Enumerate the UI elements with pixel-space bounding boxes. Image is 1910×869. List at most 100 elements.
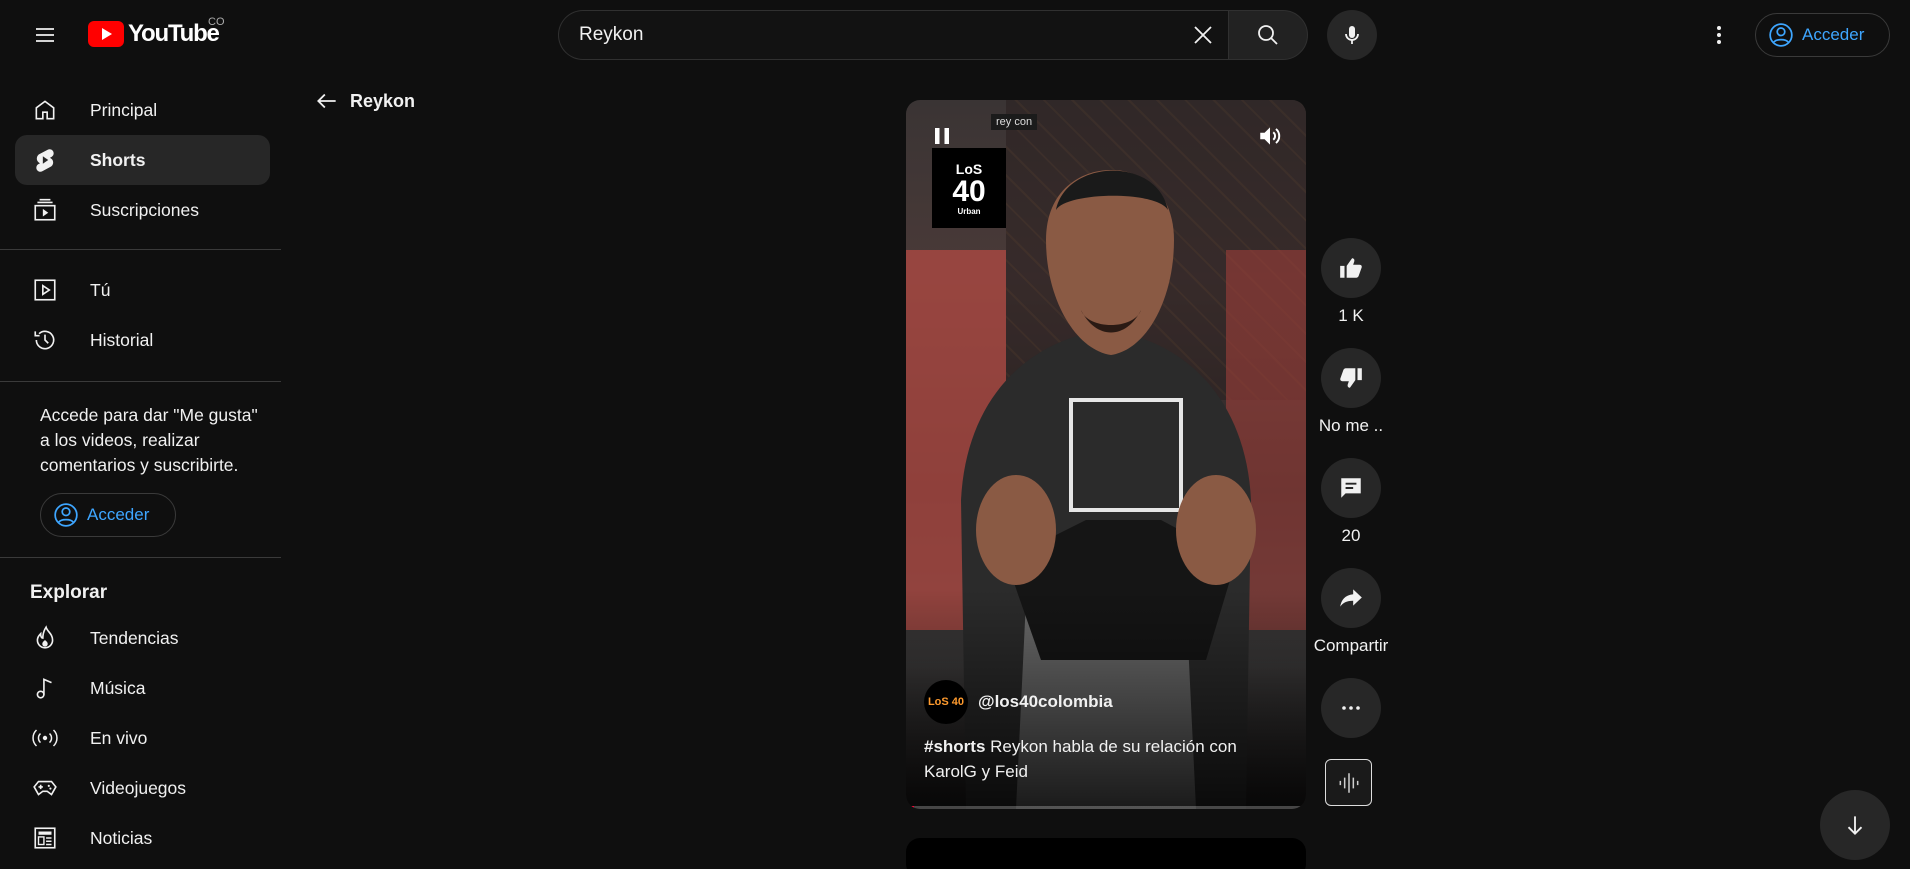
hashtag-link[interactable]: #shorts (924, 737, 985, 756)
sidebar-item-tu[interactable]: Tú (15, 265, 270, 315)
volume-icon (1260, 127, 1281, 145)
clear-search-button[interactable] (1178, 11, 1228, 59)
sidebar-item-label: Videojuegos (90, 777, 187, 798)
channel-link[interactable]: LoS 40 @los40colombia (924, 680, 1113, 724)
arrow-down-icon (1847, 816, 1863, 835)
volume-button[interactable] (1252, 118, 1288, 154)
sidebar-item-label: Música (90, 677, 146, 698)
sidebar-item-noticias[interactable]: Noticias (15, 813, 270, 863)
share-icon (1340, 589, 1362, 607)
pause-icon (935, 128, 949, 144)
back-label: Reykon (350, 90, 416, 111)
progress-bar[interactable] (906, 806, 1306, 809)
like-count: 1 K (1338, 306, 1364, 325)
channel-handle: @los40colombia (978, 692, 1113, 711)
microphone-icon (1345, 26, 1359, 44)
share-button[interactable] (1321, 568, 1381, 628)
trending-icon (30, 623, 60, 653)
news-icon (30, 823, 60, 853)
comment-action: 20 (1321, 458, 1381, 546)
search-bar (558, 10, 1308, 60)
search-button[interactable] (1228, 10, 1308, 60)
more-horizontal-icon (1342, 706, 1360, 710)
sidebar-item-label: Noticias (90, 827, 153, 848)
youtube-logo[interactable]: YouTube (88, 20, 220, 48)
comment-button[interactable] (1321, 458, 1381, 518)
thumbs-down-icon (1340, 368, 1362, 388)
live-icon (30, 723, 60, 753)
sidebar-divider (0, 557, 281, 558)
like-action: 1 K (1321, 238, 1381, 326)
sidebar-sign-in-button[interactable]: Acceder (40, 493, 176, 537)
sidebar-item-principal[interactable]: Principal (15, 85, 270, 135)
pause-button[interactable] (924, 118, 960, 154)
channel-avatar: LoS 40 (924, 680, 968, 724)
sound-button[interactable] (1325, 759, 1372, 806)
next-short-button[interactable] (1820, 790, 1890, 860)
sidebar-item-en-vivo[interactable]: En vivo (15, 713, 270, 763)
search-icon (1258, 25, 1278, 45)
sign-in-button[interactable]: Acceder (1755, 13, 1890, 57)
library-icon (30, 275, 60, 305)
thumbs-up-icon (1340, 258, 1362, 278)
dislike-label: No me .. (1318, 416, 1384, 435)
menu-button[interactable] (24, 14, 66, 56)
top-bar: YouTube CO Reykon Acceder (0, 0, 1910, 70)
sidebar-divider (0, 381, 281, 382)
account-icon (54, 503, 78, 527)
history-icon (30, 325, 60, 355)
arrow-left-icon (317, 93, 336, 109)
sidebar-divider (0, 249, 281, 250)
sidebar-item-suscripciones[interactable]: Suscripciones (15, 185, 270, 235)
search-box (558, 10, 1228, 60)
subscriptions-icon (30, 195, 60, 225)
sidebar-item-tendencias[interactable]: Tendencias (15, 613, 270, 663)
hamburger-icon (36, 28, 54, 42)
sidebar-item-label: Suscripciones (90, 199, 199, 220)
music-icon (30, 673, 60, 703)
sign-in-prompt: Accede para dar "Me gusta" a los videos,… (40, 405, 258, 475)
comment-icon (1341, 478, 1361, 498)
settings-menu-button[interactable] (1698, 14, 1740, 56)
sidebar-item-label: Shorts (90, 149, 146, 170)
gaming-icon (30, 773, 60, 803)
sign-in-label: Acceder (87, 505, 150, 524)
shorts-icon (30, 145, 60, 175)
watermark-number: 40 (952, 174, 986, 208)
logo-text: YouTube (128, 20, 220, 47)
short-caption: #shorts Reykon habla de su relación con … (924, 734, 1264, 784)
watermark-sub: Urban (957, 206, 981, 216)
close-icon (1194, 26, 1212, 44)
sidebar: Principal Shorts Suscripciones Tú Histor… (0, 70, 281, 869)
account-icon (1769, 23, 1793, 47)
explore-heading: Explorar (30, 582, 108, 603)
sidebar-item-label: Tendencias (90, 627, 179, 648)
audio-waveform-icon (1339, 772, 1358, 793)
like-button[interactable] (1321, 238, 1381, 298)
share-action: Compartir (1314, 568, 1388, 656)
dislike-button[interactable] (1321, 348, 1381, 408)
sidebar-item-videojuegos[interactable]: Videojuegos (15, 763, 270, 813)
short-video-player[interactable]: rey con LoS 40 Urban LoS 40 @los40colomb… (906, 100, 1306, 809)
search-input[interactable] (579, 24, 1178, 46)
progress-fill (906, 806, 914, 809)
sidebar-item-label: Historial (90, 329, 154, 350)
youtube-shorts-app: YouTube CO Reykon Acceder Principal Shor… (0, 0, 1910, 869)
next-short-preview[interactable] (906, 838, 1306, 869)
los40-watermark: LoS 40 Urban (932, 148, 1006, 228)
more-action (1321, 678, 1381, 738)
back-to-search-button[interactable]: Reykon (314, 88, 415, 114)
sidebar-item-historial[interactable]: Historial (15, 315, 270, 365)
more-vertical-icon (1717, 26, 1721, 44)
more-options-button[interactable] (1321, 678, 1381, 738)
voice-search-button[interactable] (1327, 10, 1377, 60)
sidebar-item-shorts[interactable]: Shorts (15, 135, 270, 185)
video-overlay-tag: rey con (991, 114, 1038, 130)
comment-count: 20 (1341, 526, 1361, 545)
sidebar-item-label: Tú (90, 279, 111, 300)
sidebar-item-label: En vivo (90, 727, 148, 748)
sign-in-label: Acceder (1802, 25, 1865, 44)
sidebar-item-musica[interactable]: Música (15, 663, 270, 713)
sidebar-item-label: Principal (90, 99, 158, 120)
youtube-play-icon (88, 21, 124, 47)
